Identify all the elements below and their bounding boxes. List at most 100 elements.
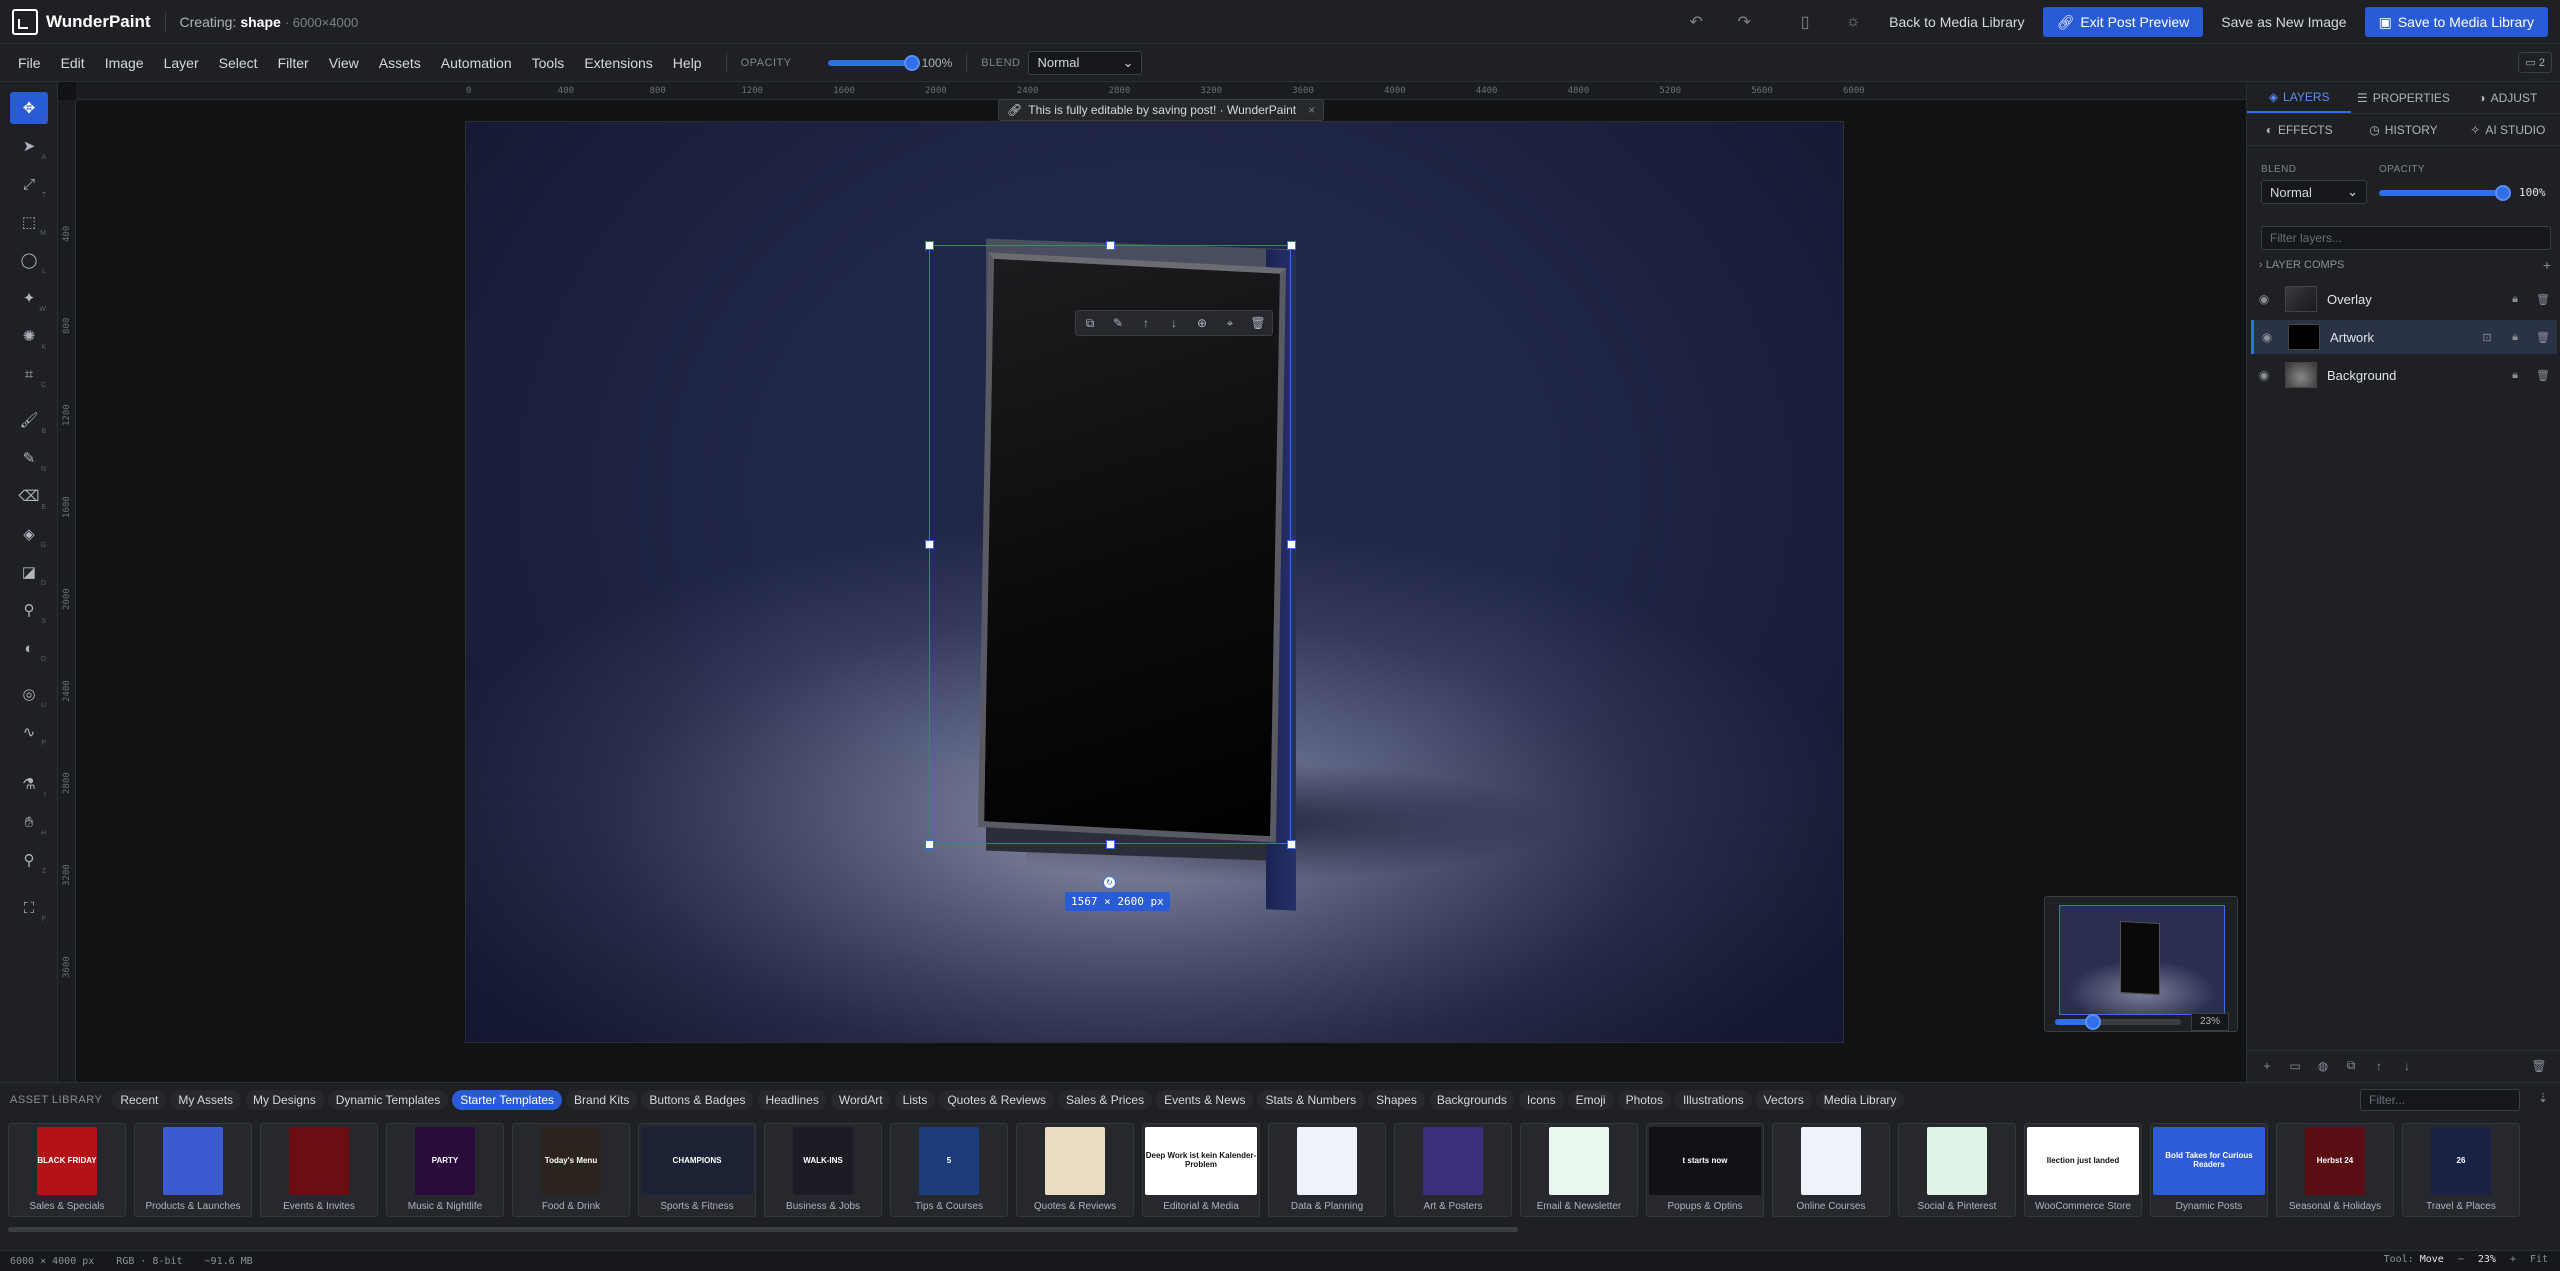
document-canvas[interactable]: ↻ 1567 × 2600 px [466,122,1843,1042]
asset-card[interactable]: Bold Takes for Curious Readers Dynamic Po… [2150,1123,2268,1217]
delete-icon[interactable]: 🗑︎ [1244,316,1272,330]
menu-layer[interactable]: Layer [154,55,209,71]
asset-tab-lists[interactable]: Lists [894,1090,936,1110]
menu-tools[interactable]: Tools [522,55,575,71]
delete-icon[interactable]: 🗑︎ [2529,293,2557,306]
save-to-library-button[interactable]: ▣ Save to Media Library [2364,7,2548,37]
tab-adjust[interactable]: ◑ ADJUST [2456,82,2560,113]
menu-select[interactable]: Select [209,55,268,71]
add-layer-icon[interactable]: + [2253,1059,2281,1073]
asset-tab-my-assets[interactable]: My Assets [170,1090,242,1110]
asset-card[interactable]: Products & Launches [134,1123,252,1217]
menu-automation[interactable]: Automation [431,55,522,71]
asset-tab-brand-kits[interactable]: Brand Kits [566,1090,638,1110]
resize-handle[interactable] [925,241,934,250]
asset-tab-dynamic-templates[interactable]: Dynamic Templates [327,1090,449,1110]
lasso-tool[interactable]: ◯ L [10,244,48,276]
asset-card[interactable]: BLACK FRIDAY Sales & Specials [8,1123,126,1217]
canvas-area[interactable]: 0 400 800 1200 1600 2000 2400 2800 3200 3600 4000 4… [58,82,2246,1082]
asset-tab-wordart[interactable]: WordArt [830,1090,891,1110]
asset-card[interactable]: t starts now Popups & Optins [1646,1123,1764,1217]
move-down-icon[interactable]: ↓ [1160,316,1188,330]
hand-tool[interactable]: ✋︎ H [10,806,48,838]
asset-tab-icons[interactable]: Icons [1518,1090,1564,1110]
asset-card[interactable]: 26 Travel & Places [2402,1123,2520,1217]
move-up-icon[interactable]: ↑ [2365,1059,2393,1073]
layer-blend-select[interactable]: Normal ⌄ [2261,180,2367,204]
fit-button[interactable]: Fit [2530,1254,2548,1265]
asset-tab-emoji[interactable]: Emoji [1567,1090,1614,1110]
frame-tool[interactable]: ⛶ F [10,892,48,924]
layer-row-overlay[interactable]: ◉ Overlay 🔒︎ 🗑︎ [2251,282,2557,316]
tab-properties[interactable]: ☰ PROPERTIES [2351,82,2455,113]
visibility-eye-icon[interactable]: ◉ [2251,368,2277,382]
shape-tool[interactable]: ◎ U [10,678,48,710]
pen-path-tool[interactable]: ∿ P [10,716,48,748]
asset-card[interactable]: Deep Work ist kein Kalender-Problem Edito… [1142,1123,1260,1217]
layer-opacity-slider[interactable] [2379,185,2511,201]
windows-badge[interactable]: ▭ 2 [2518,52,2552,73]
asset-tab-media-library[interactable]: Media Library [1815,1090,1905,1110]
back-to-library-button[interactable]: Back to Media Library [1889,14,2024,30]
zoom-out-button[interactable]: − [2458,1254,2464,1265]
asset-tab-headlines[interactable]: Headlines [757,1090,827,1110]
lock-icon[interactable]: 🔒︎ [2501,369,2529,382]
asset-card[interactable]: Quotes & Reviews [1016,1123,1134,1217]
tab-layers[interactable]: ◈ LAYERS [2247,82,2352,113]
asset-card[interactable]: 5 Tips & Courses [890,1123,1008,1217]
edit-icon[interactable]: ✎ [1104,316,1132,330]
resize-handle[interactable] [1287,540,1296,549]
dodge-tool[interactable]: ◐ O [10,632,48,664]
delete-icon[interactable]: 🗑︎ [2529,369,2557,382]
asset-tab-quotes-reviews[interactable]: Quotes & Reviews [939,1090,1055,1110]
redo-icon[interactable]: ↷ [1727,5,1761,39]
zoom-tool[interactable]: ⚲ Z [10,844,48,876]
menu-file[interactable]: File [0,55,51,71]
select-tool[interactable]: ➤ A [10,130,48,162]
move-tool[interactable]: ✥ V [10,92,48,124]
transform-tool[interactable]: ⤢ T [10,168,48,200]
opacity-slider[interactable] [827,54,920,71]
asset-card[interactable]: Art & Posters [1394,1123,1512,1217]
asset-card[interactable]: Email & Newsletter [1520,1123,1638,1217]
resize-handle[interactable] [1106,241,1115,250]
pencil-tool[interactable]: ✎ N [10,442,48,474]
resize-handle[interactable] [925,840,934,849]
magic-wand-tool[interactable]: ✦ W [10,282,48,314]
layer-comps-header[interactable]: › LAYER COMPS + [2259,256,2551,274]
rotate-handle[interactable]: ↻ [1103,876,1116,889]
layer-row-background[interactable]: ◉ Background 🔒︎ 🗑︎ [2251,358,2557,392]
crop-tool[interactable]: ⌗ C [10,358,48,390]
zoom-value[interactable]: 23% [2191,1013,2229,1031]
resize-handle[interactable] [1287,840,1296,849]
asset-tab-shapes[interactable]: Shapes [1368,1090,1425,1110]
menu-view[interactable]: View [319,55,369,71]
duplicate-icon[interactable]: ⧉ [1076,316,1104,331]
asset-tab-photos[interactable]: Photos [1617,1090,1671,1110]
visibility-eye-icon[interactable]: ◉ [2251,292,2277,306]
gradient-tool[interactable]: ◪ D [10,556,48,588]
asset-tab-events-news[interactable]: Events & News [1156,1090,1254,1110]
brush-tool[interactable]: 🖌︎ B [10,404,48,436]
add-comp-icon[interactable]: + [2543,257,2551,273]
move-down-icon[interactable]: ↓ [2393,1059,2421,1073]
visibility-eye-icon[interactable]: ◉ [2254,330,2280,344]
asset-tab-recent[interactable]: Recent [112,1090,167,1110]
lock-icon[interactable]: 🔒︎ [2501,293,2529,306]
asset-card[interactable]: llection just landed WooCommerce Store [2024,1123,2142,1217]
close-icon[interactable]: × [1308,103,1315,117]
tab-effects[interactable]: ◐ EFFECTS [2247,114,2351,145]
resize-handle[interactable] [925,540,934,549]
asset-card[interactable]: Today's Menu Food & Drink [512,1123,630,1217]
filter-layers-input[interactable] [2261,226,2551,250]
sort-icon[interactable]: ⇣ [2538,1091,2548,1105]
menu-filter[interactable]: Filter [268,55,319,71]
blend-select[interactable]: Normal ⌄ [1028,50,1143,75]
delete-icon[interactable]: 🗑︎ [2525,1059,2553,1073]
save-as-new-image-button[interactable]: Save as New Image [2221,14,2346,30]
tab-ai-studio[interactable]: ✧ AI STUDIO [2456,114,2560,145]
asset-tab-starter-templates[interactable]: Starter Templates [452,1090,563,1110]
zoom-slider[interactable] [2055,1014,2181,1030]
asset-tab-buttons-badges[interactable]: Buttons & Badges [641,1090,754,1110]
asset-filter-input[interactable]: Filter... [2360,1089,2520,1111]
